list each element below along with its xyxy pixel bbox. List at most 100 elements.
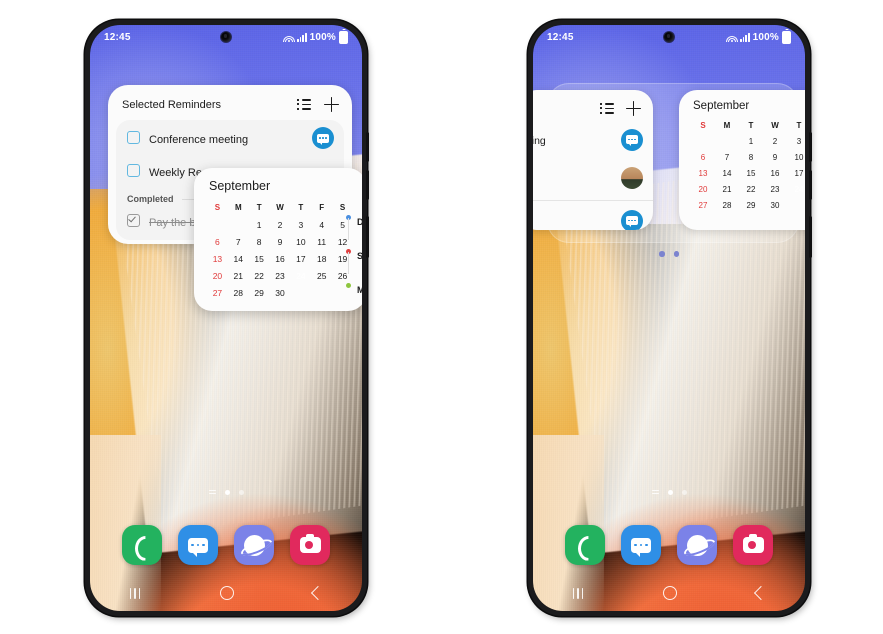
camera-app[interactable]: [733, 525, 773, 565]
page-dot-active[interactable]: [659, 251, 665, 257]
calendar-day[interactable]: 27: [691, 200, 715, 211]
phone-app[interactable]: [565, 525, 605, 565]
calendar-day[interactable]: 30: [270, 287, 291, 299]
plus-icon[interactable]: [324, 97, 339, 112]
calendar-day[interactable]: 30: [763, 200, 787, 211]
home-icon[interactable]: [662, 586, 677, 600]
calendar-day[interactable]: 27: [207, 287, 228, 299]
volume-up-button[interactable]: [809, 132, 812, 162]
calendar-day[interactable]: 17: [290, 253, 311, 265]
recents-icon[interactable]: [572, 587, 584, 599]
pages-icon[interactable]: [651, 490, 659, 495]
calendar-day[interactable]: 8: [249, 236, 270, 248]
calendar-day[interactable]: 14: [228, 253, 249, 265]
photo-thumbnail[interactable]: [621, 166, 643, 189]
page-dot-active[interactable]: [667, 490, 673, 495]
calendar-day[interactable]: 1: [249, 219, 270, 231]
reminder-checkbox[interactable]: [127, 131, 140, 144]
reminder-item[interactable]: Conference meeting: [116, 123, 344, 156]
calendar-day[interactable]: 10: [290, 236, 311, 248]
camera-app[interactable]: [290, 525, 330, 565]
calendar-day-selected[interactable]: 24: [787, 184, 805, 195]
back-icon[interactable]: [310, 585, 325, 601]
volume-down-button[interactable]: [366, 170, 369, 200]
page-dot-active[interactable]: [224, 490, 230, 495]
calendar-day[interactable]: 17: [787, 168, 805, 179]
internet-app[interactable]: [234, 525, 274, 565]
internet-app[interactable]: [677, 525, 717, 565]
calendar-day[interactable]: 28: [715, 200, 739, 211]
back-icon[interactable]: [753, 585, 768, 601]
calendar-day[interactable]: 9: [270, 236, 291, 248]
calendar-day[interactable]: 16: [763, 168, 787, 179]
page-dot[interactable]: [238, 490, 244, 495]
calendar-day[interactable]: 23: [270, 270, 291, 282]
messages-app[interactable]: [621, 525, 661, 565]
calendar-day[interactable]: 13: [207, 253, 228, 265]
calendar-event[interactable]: D A: [346, 212, 362, 240]
calendar-day[interactable]: 7: [228, 236, 249, 248]
calendar-day[interactable]: 25: [311, 270, 332, 282]
calendar-day[interactable]: 2: [763, 136, 787, 147]
list-icon[interactable]: [600, 102, 614, 114]
page-dot[interactable]: [681, 490, 687, 495]
calendar-day[interactable]: 21: [228, 270, 249, 282]
calendar-day[interactable]: 1: [739, 136, 763, 147]
calendar-day[interactable]: 23: [763, 184, 787, 195]
calendar-day[interactable]: 21: [715, 184, 739, 195]
calendar-widget[interactable]: September SMTWTFS12345678910111213141516…: [194, 168, 362, 311]
chat-bubble-icon[interactable]: [312, 127, 334, 149]
calendar-day[interactable]: 16: [270, 253, 291, 265]
calendar-day[interactable]: 3: [787, 136, 805, 147]
calendar-day[interactable]: 11: [311, 236, 332, 248]
reminder-item[interactable]: [533, 203, 653, 230]
reminders-widget[interactable]: eting: [533, 90, 653, 230]
calendar-widget[interactable]: September SMTWTFS12345678910111213141516…: [679, 90, 805, 230]
pages-icon[interactable]: [208, 490, 216, 495]
calendar-day[interactable]: 6: [207, 236, 228, 248]
calendar-day[interactable]: 29: [739, 200, 763, 211]
calendar-day[interactable]: 6: [691, 152, 715, 163]
volume-down-button[interactable]: [809, 170, 812, 200]
calendar-day[interactable]: 22: [739, 184, 763, 195]
list-icon[interactable]: [297, 98, 311, 110]
calendar-day[interactable]: 20: [207, 270, 228, 282]
calendar-day[interactable]: 20: [691, 184, 715, 195]
power-button[interactable]: [366, 216, 369, 258]
phone-app[interactable]: [122, 525, 162, 565]
reminder-checkbox-checked[interactable]: [127, 214, 140, 227]
calendar-event[interactable]: M 3: [346, 280, 362, 298]
reminder-item[interactable]: eting: [533, 122, 653, 160]
chat-bubble-icon[interactable]: [621, 128, 643, 151]
calendar-day[interactable]: 18: [311, 253, 332, 265]
calendar-day-selected[interactable]: 24: [290, 270, 311, 282]
calendar-day[interactable]: 15: [739, 168, 763, 179]
calendar-day[interactable]: 3: [290, 219, 311, 231]
reminder-item[interactable]: [533, 160, 653, 198]
calendar-day[interactable]: 22: [249, 270, 270, 282]
calendar-day[interactable]: 29: [249, 287, 270, 299]
calendar-event[interactable]: S 1: [346, 246, 362, 274]
calendar-day[interactable]: 28: [228, 287, 249, 299]
calendar-day[interactable]: 15: [249, 253, 270, 265]
page-dot[interactable]: [673, 251, 679, 257]
carousel-page-dots[interactable]: [533, 251, 805, 257]
calendar-day[interactable]: 13: [691, 168, 715, 179]
calendar-day[interactable]: 8: [739, 152, 763, 163]
messages-app[interactable]: [178, 525, 218, 565]
calendar-day[interactable]: 10: [787, 152, 805, 163]
calendar-day[interactable]: 4: [311, 219, 332, 231]
power-button[interactable]: [809, 216, 812, 258]
home-icon[interactable]: [219, 586, 234, 600]
volume-up-button[interactable]: [366, 132, 369, 162]
calendar-day[interactable]: 7: [715, 152, 739, 163]
plus-icon[interactable]: [626, 101, 641, 116]
calendar-day[interactable]: 14: [715, 168, 739, 179]
calendar-grid[interactable]: SMTWTFS123456789101112131415161718192021…: [691, 120, 805, 211]
calendar-day[interactable]: 2: [270, 219, 291, 231]
calendar-grid[interactable]: SMTWTFS123456789101112131415161718192021…: [207, 202, 353, 299]
recents-icon[interactable]: [129, 587, 141, 599]
chat-bubble-icon[interactable]: [621, 209, 643, 230]
reminder-checkbox[interactable]: [127, 164, 140, 177]
calendar-day[interactable]: 9: [763, 152, 787, 163]
